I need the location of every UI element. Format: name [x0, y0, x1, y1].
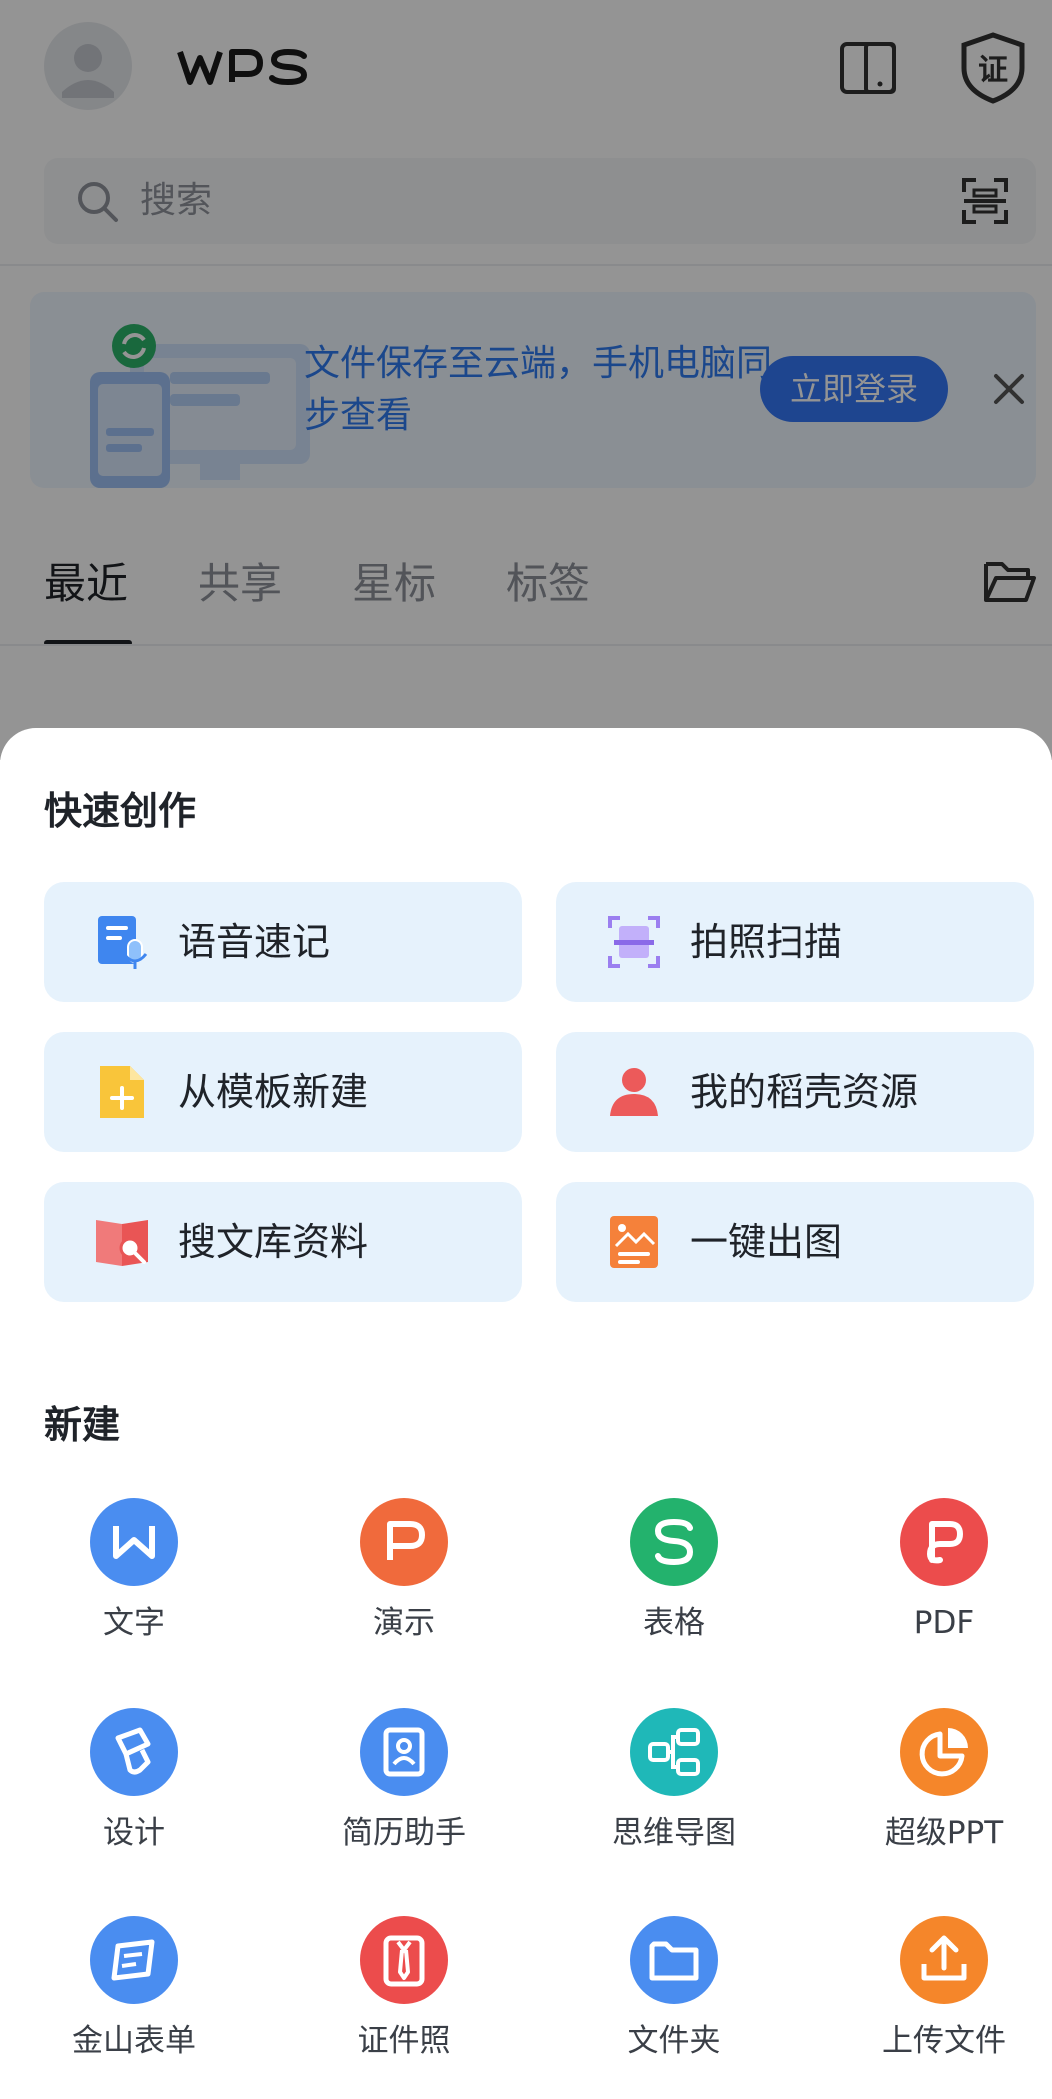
image-generate-icon: [606, 1214, 662, 1270]
new-presentation[interactable]: 演示: [304, 1498, 504, 1668]
new-item-label: 上传文件: [882, 2023, 1006, 2059]
pdf-icon: [900, 1498, 988, 1586]
new-item-label: 金山表单: [72, 2023, 196, 2059]
create-bottom-sheet: 快速创作 语音速记 拍照扫描 从模板新建 我的稻壳资源 搜文库资料 一键出图 新…: [0, 728, 1052, 2099]
new-item-label: 证件照: [357, 2023, 451, 2059]
mindmap-icon: [630, 1708, 718, 1796]
new-mindmap[interactable]: 思维导图: [574, 1708, 774, 1878]
id-photo-icon: [360, 1916, 448, 2004]
new-design[interactable]: 设计: [34, 1708, 234, 1878]
new-super-ppt[interactable]: 超级PPT: [844, 1708, 1044, 1878]
design-icon: [90, 1708, 178, 1796]
new-spreadsheet[interactable]: 表格: [574, 1498, 774, 1668]
quick-template-new[interactable]: 从模板新建: [44, 1032, 522, 1152]
writer-icon: [90, 1498, 178, 1586]
quick-item-label: 搜文库资料: [178, 1220, 369, 1264]
wps-home-screen: 证 搜索 文件保存至云端，手机电脑同步查看 立即登录 最近 共享 星标 标签 快…: [0, 0, 1052, 2099]
scan-document-icon: [606, 914, 662, 970]
new-item-label: 思维导图: [612, 1815, 736, 1851]
quick-create-title: 快速创作: [44, 789, 197, 833]
person-resource-icon: [606, 1064, 662, 1120]
super-ppt-icon: [900, 1708, 988, 1796]
quick-library-search[interactable]: 搜文库资料: [44, 1182, 522, 1302]
new-resume[interactable]: 简历助手: [304, 1708, 504, 1878]
new-item-label: 设计: [103, 1815, 165, 1851]
quick-item-label: 一键出图: [690, 1220, 843, 1264]
new-item-label: 文件夹: [627, 2023, 721, 2059]
presentation-icon: [360, 1498, 448, 1586]
voice-note-icon: [94, 914, 150, 970]
new-item-label: 文字: [103, 1605, 165, 1641]
folder-icon: [630, 1916, 718, 2004]
quick-docer-resources[interactable]: 我的稻壳资源: [556, 1032, 1034, 1152]
quick-item-label: 语音速记: [178, 920, 331, 964]
quick-photo-scan[interactable]: 拍照扫描: [556, 882, 1034, 1002]
quick-item-label: 拍照扫描: [690, 920, 843, 964]
new-item-label: 表格: [643, 1605, 705, 1641]
quick-image-generate[interactable]: 一键出图: [556, 1182, 1034, 1302]
new-item-label: PDF: [913, 1605, 975, 1641]
new-folder[interactable]: 文件夹: [574, 1916, 774, 2086]
new-id-photo[interactable]: 证件照: [304, 1916, 504, 2086]
new-pdf[interactable]: PDF: [844, 1498, 1044, 1668]
quick-item-label: 从模板新建: [178, 1070, 369, 1114]
quick-voice-note[interactable]: 语音速记: [44, 882, 522, 1002]
modal-overlay[interactable]: [0, 0, 1052, 760]
template-new-icon: [94, 1064, 150, 1120]
new-section-title: 新建: [44, 1403, 121, 1447]
quick-item-label: 我的稻壳资源: [690, 1070, 919, 1114]
library-search-icon: [94, 1214, 150, 1270]
resume-icon: [360, 1708, 448, 1796]
new-item-label: 简历助手: [342, 1815, 466, 1851]
new-item-label: 超级PPT: [884, 1815, 1004, 1851]
new-kingsoft-form[interactable]: 金山表单: [34, 1916, 234, 2086]
new-item-label: 演示: [373, 1605, 435, 1641]
upload-icon: [900, 1916, 988, 2004]
spreadsheet-icon: [630, 1498, 718, 1586]
new-upload-file[interactable]: 上传文件: [844, 1916, 1044, 2086]
form-icon: [90, 1916, 178, 2004]
new-writer[interactable]: 文字: [34, 1498, 234, 1668]
